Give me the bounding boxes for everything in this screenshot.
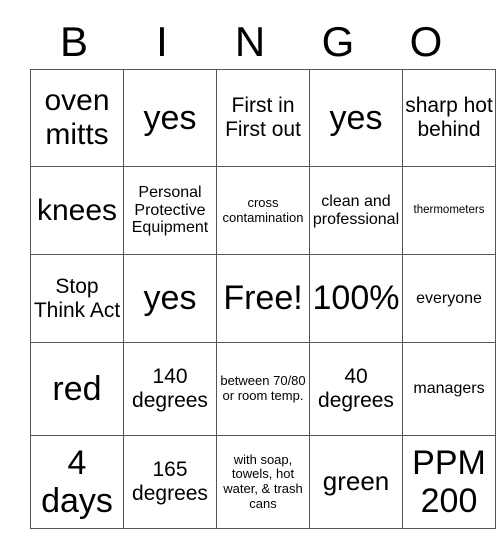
bingo-row: Stop Think Act yes Free! 100% everyone (30, 254, 496, 343)
bingo-cell-o2[interactable]: thermometers (402, 166, 496, 255)
bingo-cell-n2[interactable]: cross contamination (216, 166, 310, 255)
bingo-cell-o4[interactable]: managers (402, 342, 496, 436)
bingo-cell-g3[interactable]: 100% (309, 254, 403, 343)
bingo-cell-b2[interactable]: knees (30, 166, 124, 255)
bingo-cell-b1[interactable]: oven mitts (30, 69, 124, 167)
bingo-cell-g1[interactable]: yes (309, 69, 403, 167)
bingo-cell-i3[interactable]: yes (123, 254, 217, 343)
bingo-header-row: B I N G O (30, 14, 470, 69)
bingo-header-letter-o: O (409, 17, 443, 65)
bingo-cell-i1[interactable]: yes (123, 69, 217, 167)
bingo-cell-b4[interactable]: red (30, 342, 124, 436)
bingo-header-letter-g: G (321, 17, 355, 65)
bingo-row: oven mitts yes First in First out yes sh… (30, 69, 496, 167)
bingo-cell-o1[interactable]: sharp hot behind (402, 69, 496, 167)
bingo-row: knees Personal Protective Equipment cros… (30, 166, 496, 255)
bingo-cell-n1[interactable]: First in First out (216, 69, 310, 167)
bingo-header-letter-n: N (234, 17, 266, 65)
bingo-cell-n4[interactable]: between 70/80 or room temp. (216, 342, 310, 436)
bingo-cell-o5[interactable]: PPM 200 (402, 435, 496, 529)
bingo-grid: oven mitts yes First in First out yes sh… (30, 69, 496, 529)
bingo-cell-n5[interactable]: with soap, towels, hot water, & trash ca… (216, 435, 310, 529)
bingo-row: 4 days 165 degrees with soap, towels, ho… (30, 435, 496, 529)
bingo-header-letter-b: B (59, 17, 88, 65)
bingo-cell-g2[interactable]: clean and professional (309, 166, 403, 255)
bingo-cell-i4[interactable]: 140 degrees (123, 342, 217, 436)
bingo-cell-i2[interactable]: Personal Protective Equipment (123, 166, 217, 255)
bingo-cell-b3[interactable]: Stop Think Act (30, 254, 124, 343)
bingo-cell-o3[interactable]: everyone (402, 254, 496, 343)
bingo-cell-g5[interactable]: green (309, 435, 403, 529)
bingo-cell-g4[interactable]: 40 degrees (309, 342, 403, 436)
bingo-header-letter-i: I (156, 17, 168, 65)
bingo-cell-free-space[interactable]: Free! (216, 254, 310, 343)
bingo-cell-b5[interactable]: 4 days (30, 435, 124, 529)
bingo-cell-i5[interactable]: 165 degrees (123, 435, 217, 529)
bingo-row: red 140 degrees between 70/80 or room te… (30, 342, 496, 436)
bingo-card: B I N G O oven mitts yes First in First … (0, 0, 500, 544)
